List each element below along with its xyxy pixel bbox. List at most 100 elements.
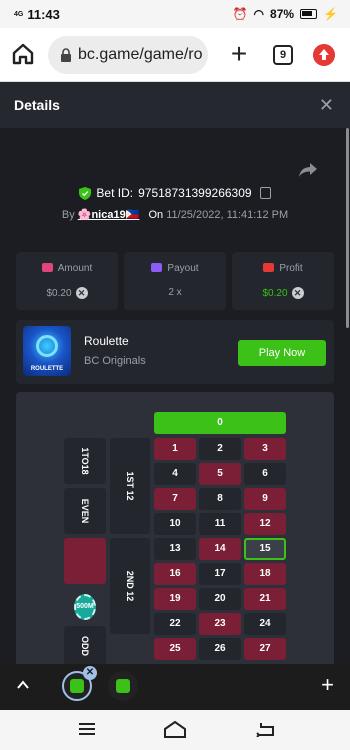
bet-id-label: Bet ID:	[96, 186, 134, 200]
number-cell-10[interactable]: 10	[154, 513, 196, 535]
add-tab-button[interactable]: +	[321, 672, 334, 698]
number-cell-14[interactable]: 14	[199, 538, 241, 560]
number-cell-18[interactable]: 18	[244, 563, 286, 585]
url-text: bc.game/game/ro	[78, 46, 203, 63]
bet-id-value: 97518731399266309	[138, 186, 252, 200]
bet-id-line: Bet ID: 97518731399266309	[0, 186, 350, 200]
clock: 11:43	[27, 7, 60, 22]
amount-card: Amount $0.20 ✕	[16, 252, 118, 310]
game-card: ROULETTE Roulette BC Originals Play Now	[16, 320, 334, 384]
low-bet-label: 1TO18	[80, 447, 90, 475]
first-dozen-bet[interactable]: 1ST 12	[110, 438, 150, 534]
number-cell-27[interactable]: 27	[244, 638, 286, 660]
profit-icon	[263, 263, 275, 272]
number-cell-24[interactable]: 24	[244, 613, 286, 635]
number-cell-11[interactable]: 11	[199, 513, 241, 535]
charging-icon: ⚡	[323, 7, 338, 21]
profit-value: $0.20	[262, 287, 288, 299]
number-cell-3[interactable]: 3	[244, 438, 286, 460]
alarm-icon: ⏰	[232, 7, 248, 21]
first-dozen-label: 1ST 12	[125, 471, 135, 501]
number-cell-8[interactable]: 8	[199, 488, 241, 510]
browser-tab-strip: ✕ +	[0, 664, 350, 710]
even-bet-label: EVEN	[80, 498, 90, 524]
tab-switcher-button[interactable]: 9	[273, 45, 293, 65]
status-bar: 4G 11:43 ⏰ ◠ 87% ⚡	[0, 0, 350, 28]
scrollbar[interactable]	[346, 128, 349, 328]
bc-game-icon	[116, 679, 130, 693]
url-bar[interactable]: bc.game/game/ro	[48, 36, 208, 74]
payout-card: Payout 2 x	[124, 252, 226, 310]
number-cell-19[interactable]: 19	[154, 588, 196, 610]
amount-value: $0.20	[46, 287, 72, 299]
zero-cell[interactable]: 0	[154, 412, 286, 434]
chevron-up-icon[interactable]	[17, 679, 29, 691]
network-indicator: 4G	[14, 11, 24, 18]
system-nav-bar	[0, 710, 350, 750]
page-content: Details ✕ Bet ID: 97518731399266309 By 🌸…	[0, 82, 350, 664]
copy-icon[interactable]	[259, 187, 271, 199]
number-cell-17[interactable]: 17	[199, 563, 241, 585]
payout-label: Payout	[167, 263, 199, 274]
number-cell-15[interactable]: 15	[244, 538, 286, 560]
battery-icon	[300, 9, 318, 19]
number-cell-16[interactable]: 16	[154, 563, 196, 585]
number-cell-23[interactable]: 23	[199, 613, 241, 635]
home-icon[interactable]	[10, 41, 36, 67]
red-bet[interactable]	[64, 538, 106, 584]
roulette-board: 0 1TO18 EVEN 500M ODD 1ST 12 2ND 12 1234…	[16, 392, 334, 664]
back-icon[interactable]	[256, 721, 276, 737]
number-cell-2[interactable]: 2	[199, 438, 241, 460]
number-cell-20[interactable]: 20	[199, 588, 241, 610]
on-label: On	[148, 209, 164, 221]
roulette-wheel-icon	[36, 335, 58, 357]
odd-bet-label: ODD	[80, 636, 90, 656]
game-thumbnail[interactable]: ROULETTE	[23, 326, 71, 376]
username-link[interactable]: 🌸nica19🇵🇭	[78, 209, 140, 221]
second-dozen-bet[interactable]: 2ND 12	[110, 538, 150, 634]
payout-value: 2 x	[168, 287, 182, 298]
bet-byline: By 🌸nica19🇵🇭 On 11/25/2022, 11:41:12 PM	[0, 208, 350, 221]
play-now-button[interactable]: Play Now	[238, 340, 326, 366]
close-icon[interactable]: ✕	[319, 95, 334, 116]
number-cell-22[interactable]: 22	[154, 613, 196, 635]
number-cell-9[interactable]: 9	[244, 488, 286, 510]
number-cell-13[interactable]: 13	[154, 538, 196, 560]
number-cell-6[interactable]: 6	[244, 463, 286, 485]
number-cell-5[interactable]: 5	[199, 463, 241, 485]
number-cell-7[interactable]: 7	[154, 488, 196, 510]
second-dozen-label: 2ND 12	[125, 570, 135, 602]
details-header: Details ✕	[0, 82, 350, 128]
close-tab-icon[interactable]: ✕	[83, 666, 97, 680]
by-label: By	[61, 209, 75, 221]
lock-icon	[61, 48, 71, 62]
number-cell-1[interactable]: 1	[154, 438, 196, 460]
coin-icon: ✕	[291, 287, 304, 299]
battery-percent: 87%	[270, 7, 295, 21]
number-cell-26[interactable]: 26	[199, 638, 241, 660]
even-bet[interactable]: EVEN	[64, 488, 106, 534]
low-bet[interactable]: 1TO18	[64, 438, 106, 484]
profit-label: Profit	[279, 263, 303, 274]
wifi-icon: ◠	[253, 7, 265, 21]
bc-game-icon	[70, 679, 84, 693]
share-icon[interactable]	[298, 162, 318, 178]
number-cell-12[interactable]: 12	[244, 513, 286, 535]
profit-card: Profit $0.20 ✕	[232, 252, 334, 310]
update-icon[interactable]	[313, 44, 335, 66]
amount-icon	[41, 263, 53, 272]
payout-icon	[151, 263, 163, 272]
odd-bet[interactable]: ODD	[64, 626, 106, 664]
recent-apps-icon[interactable]	[79, 723, 95, 735]
shield-icon	[79, 186, 92, 200]
bet-datetime: 11/25/2022, 11:41:12 PM	[166, 209, 289, 221]
number-cell-25[interactable]: 25	[154, 638, 196, 660]
page-title: Details	[14, 97, 60, 113]
number-cell-21[interactable]: 21	[244, 588, 286, 610]
amount-label: Amount	[57, 263, 93, 274]
bet-chip: 500M	[74, 594, 96, 620]
number-cell-4[interactable]: 4	[154, 463, 196, 485]
new-tab-button[interactable]: +	[226, 39, 252, 69]
home-nav-icon[interactable]	[163, 719, 187, 739]
tab-thumbnail[interactable]	[108, 671, 138, 701]
